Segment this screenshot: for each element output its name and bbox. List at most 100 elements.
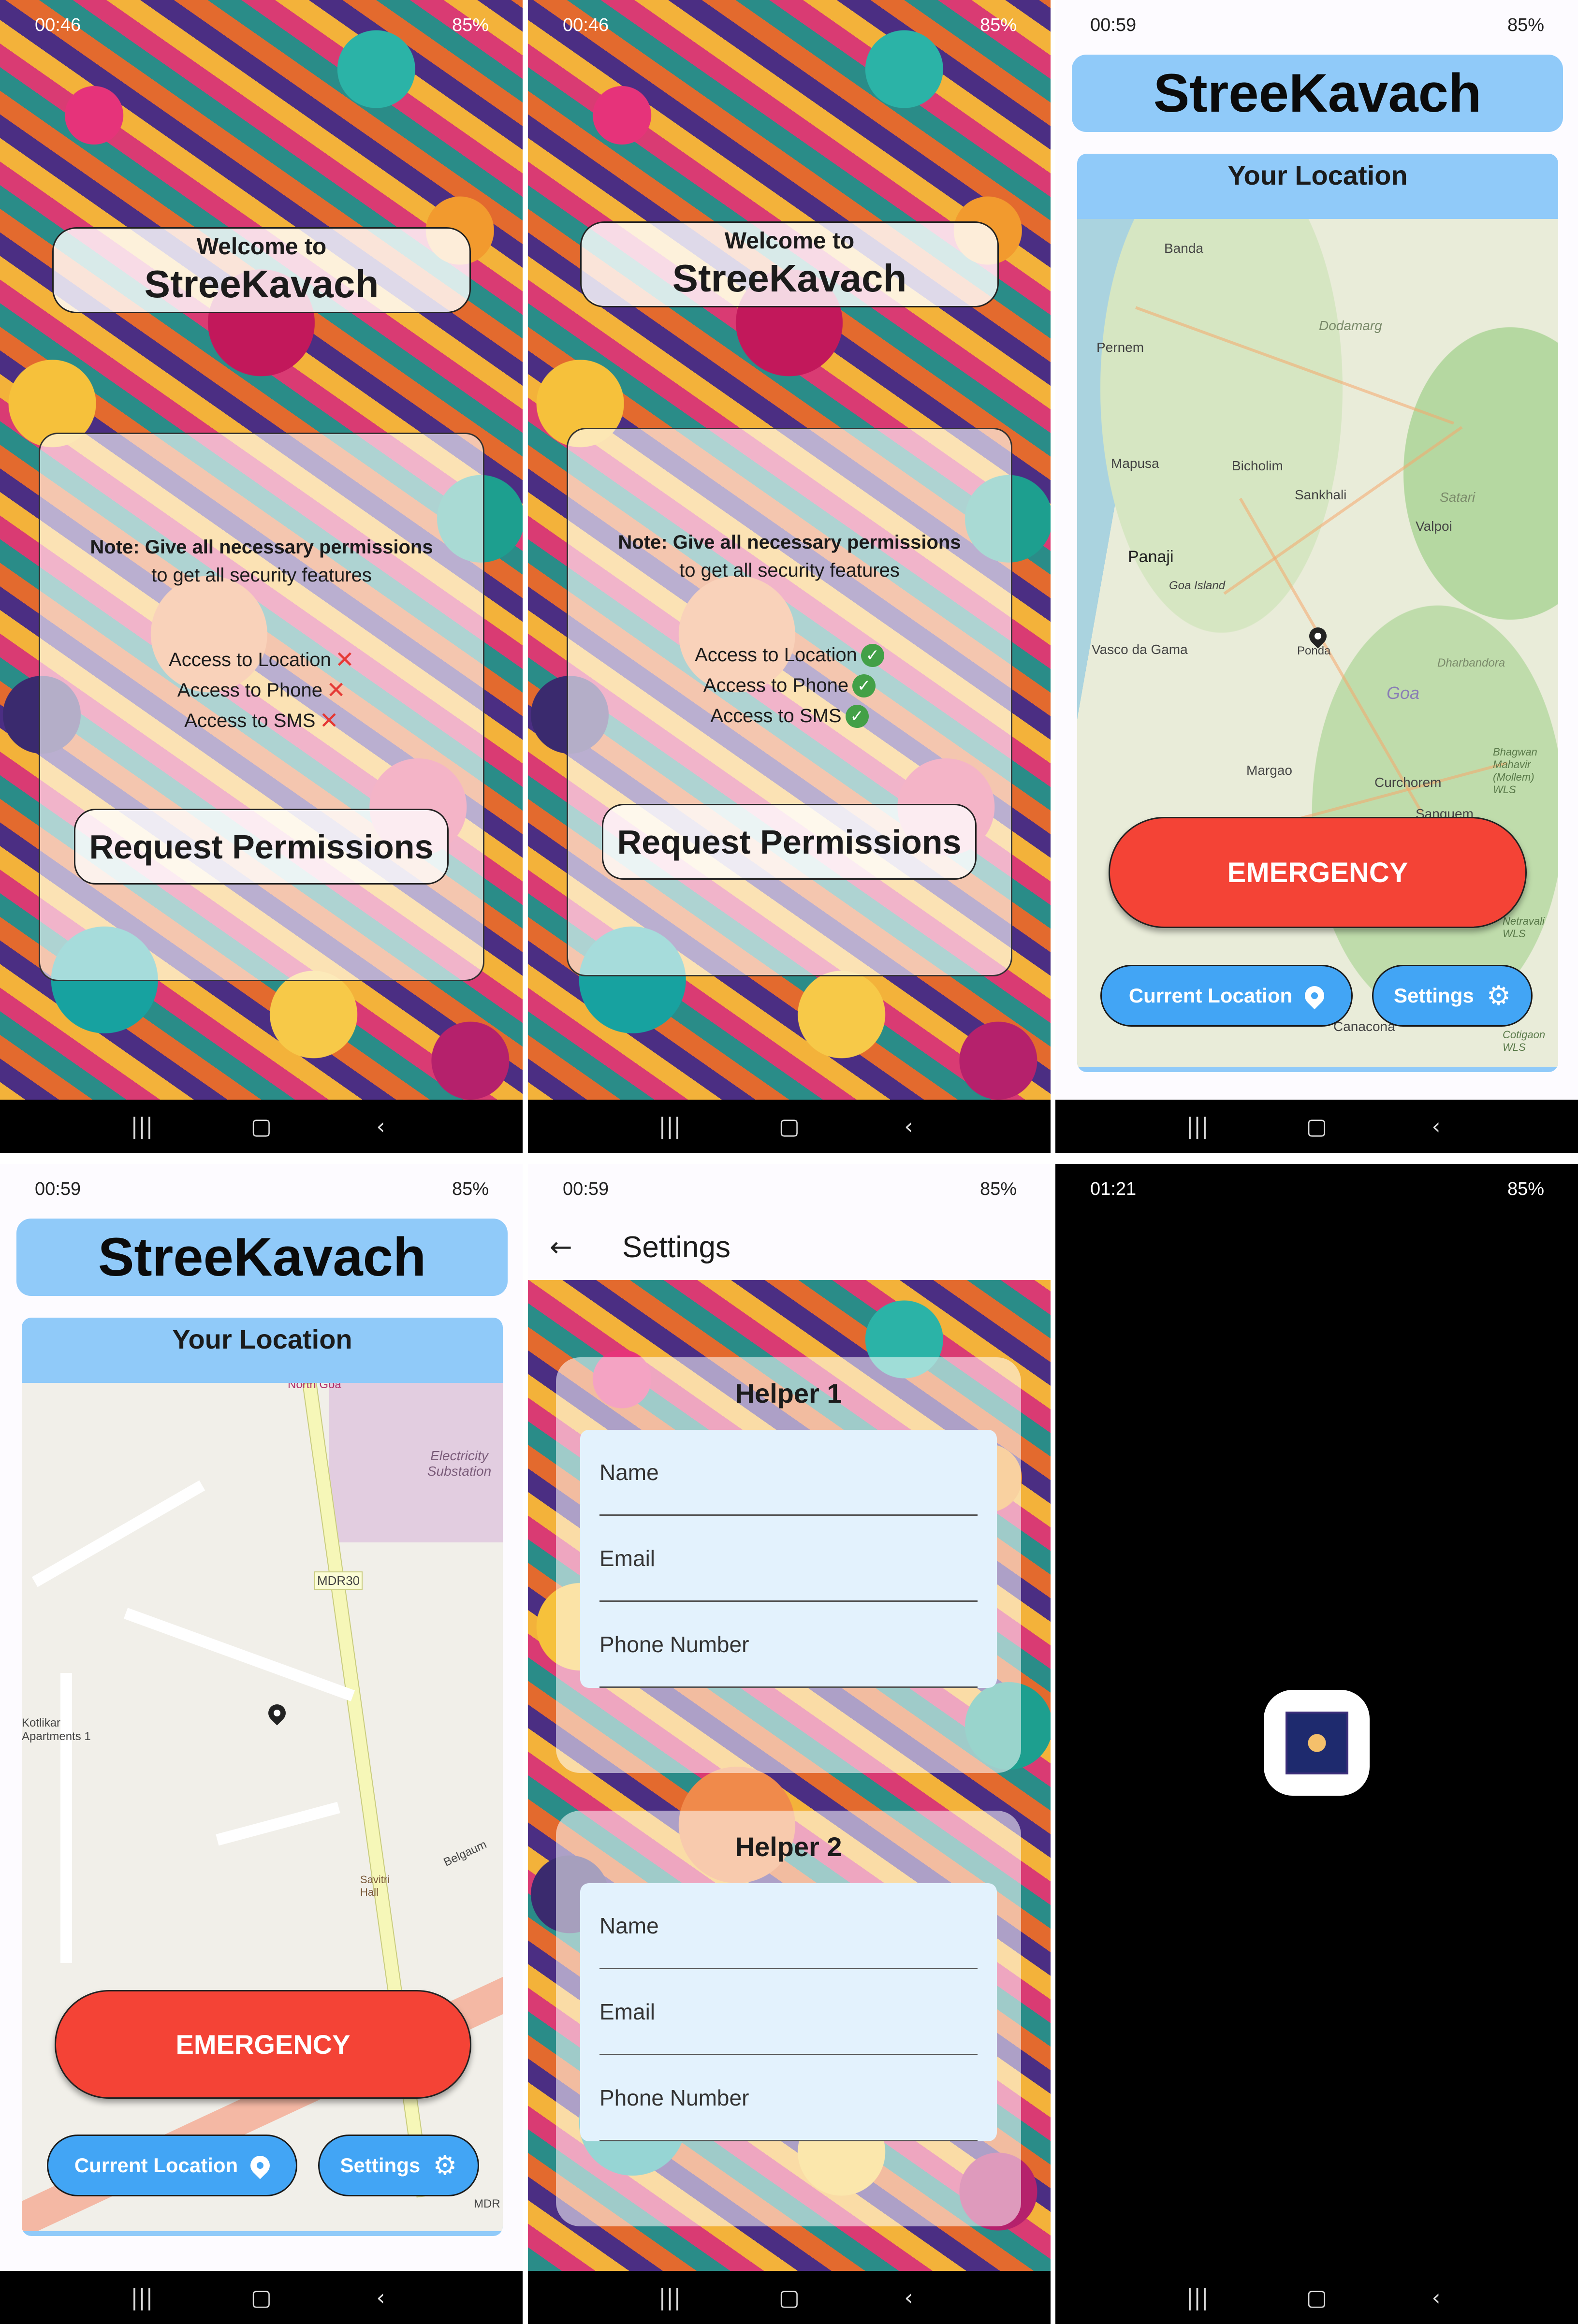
recents-icon[interactable]: |||	[1176, 2284, 1219, 2310]
note-bold: Note: Give all necessary permissions	[90, 537, 433, 558]
home-icon[interactable]: ▢	[768, 1113, 811, 1139]
status-time: 01:21	[1090, 1179, 1137, 1199]
name-field[interactable]: Name	[599, 1883, 978, 1969]
home-icon[interactable]: ▢	[1295, 2284, 1339, 2310]
settings-button[interactable]: Settings ⚙	[1372, 965, 1533, 1027]
status-time: 00:59	[1090, 15, 1137, 35]
current-location-button[interactable]: Current Location	[47, 2135, 297, 2196]
map-label: Pernem	[1096, 340, 1144, 355]
permission-label: Access to Phone	[177, 680, 322, 701]
back-icon[interactable]: ‹	[1415, 1113, 1458, 1139]
permission-sms: Access to SMS ✓	[568, 701, 1011, 731]
map-label: Belgaum	[441, 1838, 489, 1869]
map-label: Valpoi	[1416, 519, 1452, 534]
status-battery: 85%	[1507, 1179, 1544, 1199]
map-label: Cotigaon WLS	[1503, 1029, 1546, 1053]
status-battery: 85%	[979, 15, 1017, 35]
arrow-back-icon[interactable]: ←	[550, 1232, 588, 1263]
home-icon[interactable]: ▢	[240, 2284, 283, 2310]
nav-bar: ||| ▢ ‹	[528, 2271, 1051, 2324]
current-location-label: Current Location	[1128, 984, 1293, 1007]
home-icon[interactable]: ▢	[1295, 1113, 1339, 1139]
email-field[interactable]: Email	[599, 1969, 978, 2055]
current-location-button[interactable]: Current Location	[1100, 965, 1353, 1027]
helper-title: Helper 1	[735, 1378, 842, 1409]
status-time: 00:59	[563, 1179, 609, 1199]
app-name: StreeKavach	[672, 257, 907, 300]
gear-icon: ⚙	[1486, 980, 1511, 1012]
map-view[interactable]: North Goa Electricity Substation MDR30 K…	[22, 1383, 503, 2231]
map-label: North Goa	[288, 1383, 341, 1391]
permission-location: Access to Location ✓	[568, 640, 1011, 670]
map-label: Bicholim	[1232, 458, 1283, 473]
helper-title: Helper 2	[735, 1831, 842, 1862]
permission-label: Access to Phone	[703, 675, 849, 696]
request-permissions-button[interactable]: Request Permissions	[602, 804, 977, 880]
permissions-card: Note: Give all necessary permissions to …	[567, 428, 1012, 976]
permission-phone: Access to Phone ✕	[40, 675, 483, 706]
nav-bar: ||| ▢ ‹	[0, 1100, 523, 1153]
location-card: Your Location Banda Dodamarg Pernem Mapu…	[1077, 154, 1558, 1072]
map-label: Savitri Hall	[360, 1874, 390, 1898]
recents-icon[interactable]: |||	[120, 1113, 164, 1139]
screen-home-zoomed-out: 00:59 85% StreeKavach Your Location Band…	[1055, 0, 1578, 1153]
map-label: Panaji	[1128, 548, 1174, 566]
permission-label: Access to SMS	[184, 710, 316, 731]
status-bar: 00:46 85%	[0, 0, 523, 51]
status-battery: 85%	[1507, 15, 1544, 35]
emergency-button[interactable]: EMERGENCY	[55, 1990, 471, 2099]
map-label: Bhagwan Mahavir (Mollem) WLS	[1493, 746, 1537, 796]
permission-sms: Access to SMS ✕	[40, 706, 483, 736]
helper-fields: Name Email Phone Number	[580, 1430, 997, 1688]
recents-icon[interactable]: |||	[648, 1113, 692, 1139]
settings-label: Settings	[1394, 984, 1474, 1007]
nav-bar: ||| ▢ ‹	[0, 2271, 523, 2324]
welcome-line: Welcome to	[196, 234, 327, 260]
location-marker-icon	[264, 1700, 290, 1726]
back-icon[interactable]: ‹	[359, 1113, 403, 1139]
back-icon[interactable]: ‹	[359, 2284, 403, 2310]
settings-label: Settings	[340, 2154, 421, 2177]
map-label: Goa	[1387, 683, 1420, 703]
home-icon[interactable]: ▢	[768, 2284, 811, 2310]
recents-icon[interactable]: |||	[648, 2284, 692, 2310]
name-field[interactable]: Name	[599, 1430, 978, 1516]
email-field[interactable]: Email	[599, 1516, 978, 1602]
screen-splash: 01:21 85% ||| ▢ ‹	[1055, 1164, 1578, 2324]
status-bar: 00:59 85%	[528, 1164, 1051, 1215]
back-icon[interactable]: ‹	[887, 2284, 931, 2310]
request-permissions-button[interactable]: Request Permissions	[74, 809, 449, 885]
app-icon	[1264, 1690, 1370, 1796]
emergency-button[interactable]: EMERGENCY	[1109, 817, 1527, 928]
permission-label: Access to Location	[695, 644, 857, 666]
map-title: Your Location	[1227, 160, 1408, 190]
check-circle-icon: ✓	[852, 674, 876, 697]
settings-button[interactable]: Settings ⚙	[318, 2135, 479, 2196]
map-label: Banda	[1164, 241, 1203, 256]
phone-field[interactable]: Phone Number	[599, 1602, 978, 1688]
screen-home-zoomed-in: 00:59 85% StreeKavach Your Location Nort…	[0, 1164, 523, 2324]
map-view[interactable]: Banda Dodamarg Pernem Mapusa Bicholim Sa…	[1077, 219, 1558, 1067]
back-icon[interactable]: ‹	[1415, 2284, 1458, 2310]
recents-icon[interactable]: |||	[1176, 1113, 1219, 1139]
permission-location: Access to Location ✕	[40, 645, 483, 675]
location-pin-icon	[246, 2151, 274, 2179]
phone-field[interactable]: Phone Number	[599, 2055, 978, 2141]
current-location-label: Current Location	[74, 2154, 238, 2177]
status-bar: 00:46 85%	[528, 0, 1051, 51]
nav-bar: ||| ▢ ‹	[1055, 1100, 1578, 1153]
home-icon[interactable]: ▢	[240, 1113, 283, 1139]
app-name: StreeKavach	[144, 262, 379, 305]
recents-icon[interactable]: |||	[120, 2284, 164, 2310]
back-icon[interactable]: ‹	[887, 1113, 931, 1139]
close-icon: ✕	[335, 646, 354, 673]
permissions-note: Note: Give all necessary permissions to …	[40, 533, 483, 589]
gear-icon: ⚙	[433, 2150, 457, 2181]
permission-phone: Access to Phone ✓	[568, 670, 1011, 701]
helper-card-1: Helper 1 Name Email Phone Number	[556, 1357, 1021, 1773]
map-label: MDR	[474, 2197, 500, 2210]
status-time: 00:46	[35, 15, 81, 35]
app-title-bar: StreeKavach	[16, 1219, 508, 1296]
close-icon: ✕	[319, 707, 339, 734]
nav-bar: ||| ▢ ‹	[528, 1100, 1051, 1153]
